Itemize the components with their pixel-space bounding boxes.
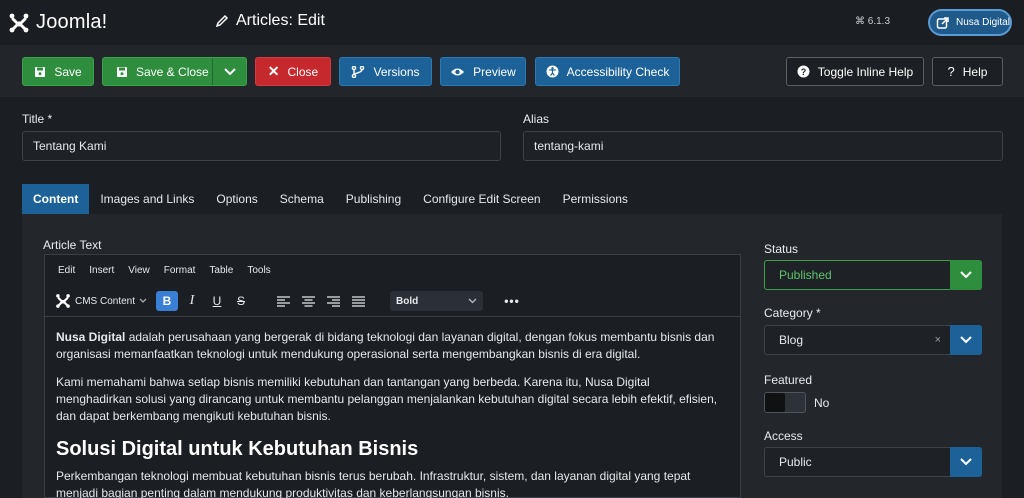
more-options-icon[interactable]: ••• xyxy=(502,291,522,311)
tab-images-and-links[interactable]: Images and Links xyxy=(89,184,205,214)
status-select[interactable]: Published xyxy=(764,260,982,290)
close-button[interactable]: ✕ Close xyxy=(255,57,331,86)
chevron-down-icon xyxy=(468,298,477,304)
action-toolbar: Save Save & Close ✕ Close Versions Previ… xyxy=(0,45,1024,97)
toggle-knob xyxy=(765,393,785,412)
category-label: Category * xyxy=(764,306,821,320)
status-dropdown-toggle[interactable] xyxy=(950,260,982,290)
chevron-down-icon xyxy=(960,271,972,279)
align-center-icon[interactable] xyxy=(300,293,316,309)
editor-format-toolbar: CMS Content B I U S Bold ••• xyxy=(45,285,740,317)
clear-icon[interactable]: × xyxy=(935,334,941,346)
underline-icon[interactable]: U xyxy=(207,291,227,311)
save-button[interactable]: Save xyxy=(22,57,94,86)
version-label: ⌘ 6.1.3 xyxy=(855,16,891,27)
menu-format[interactable]: Format xyxy=(164,265,196,276)
editor-content[interactable]: Nusa Digital adalah perusahaan yang berg… xyxy=(56,329,726,498)
featured-label: Featured xyxy=(764,373,813,387)
page-title: Articles: Edit xyxy=(215,12,325,30)
align-justify-icon[interactable] xyxy=(350,293,366,309)
accessibility-icon xyxy=(546,65,559,78)
save-icon xyxy=(35,66,46,77)
top-header: Joomla! Articles: Edit ⌘ 6.1.3 Nusa Digi… xyxy=(0,0,1024,45)
menu-edit[interactable]: Edit xyxy=(58,265,75,276)
chevron-down-icon xyxy=(223,67,236,75)
strikethrough-icon[interactable]: S xyxy=(231,291,251,311)
paragraph-1: Nusa Digital adalah perusahaan yang berg… xyxy=(56,330,715,361)
question-icon: ? xyxy=(947,64,955,79)
help-button[interactable]: ? Help xyxy=(932,57,1003,86)
command-icon: ⌘ xyxy=(855,16,865,27)
menu-table[interactable]: Table xyxy=(209,265,233,276)
tab-publishing[interactable]: Publishing xyxy=(335,184,412,214)
category-dropdown-toggle[interactable] xyxy=(950,325,982,355)
title-input[interactable]: Tentang Kami xyxy=(22,131,501,161)
title-label: Title * xyxy=(22,112,53,126)
tab-permissions[interactable]: Permissions xyxy=(552,184,639,214)
alias-input[interactable]: tentang-kami xyxy=(523,131,1003,161)
eye-icon xyxy=(451,68,465,75)
svg-text:?: ? xyxy=(801,67,807,77)
menu-tools[interactable]: Tools xyxy=(247,265,270,276)
joomla-icon xyxy=(56,294,70,308)
menu-insert[interactable]: Insert xyxy=(89,265,114,276)
close-icon: ✕ xyxy=(267,63,280,79)
access-dropdown-toggle[interactable] xyxy=(950,447,982,477)
bold-icon[interactable]: B xyxy=(156,291,178,311)
rich-text-editor: Edit Insert View Format Table Tools CMS … xyxy=(44,254,741,498)
external-link-icon xyxy=(936,16,949,29)
code-branch-icon xyxy=(352,65,365,78)
cms-content-button[interactable]: CMS Content xyxy=(55,292,147,310)
block-format-select[interactable]: Bold xyxy=(390,291,483,311)
joomla-logo[interactable]: Joomla! xyxy=(8,11,107,34)
category-select[interactable]: Blog × xyxy=(764,325,982,355)
access-select[interactable]: Public xyxy=(764,447,982,477)
site-link-button[interactable]: Nusa Digital xyxy=(928,9,1012,36)
italic-icon[interactable]: I xyxy=(182,291,202,311)
menu-view[interactable]: View xyxy=(128,265,150,276)
pencil-icon xyxy=(215,14,229,28)
tab-schema[interactable]: Schema xyxy=(269,184,335,214)
tab-configure-edit-screen[interactable]: Configure Edit Screen xyxy=(412,184,551,214)
joomla-logo-icon xyxy=(9,13,29,32)
question-circle-icon: ? xyxy=(797,65,810,78)
toggle-inline-help-button[interactable]: ? Toggle Inline Help xyxy=(786,57,924,86)
tab-options[interactable]: Options xyxy=(205,184,268,214)
access-label: Access xyxy=(764,429,803,443)
content-heading: Solusi Digital untuk Kebutuhan Bisnis xyxy=(56,438,419,460)
logo-text: Joomla! xyxy=(36,11,108,33)
article-text-label: Article Text xyxy=(43,238,102,252)
alias-label: Alias xyxy=(523,112,550,126)
page-title-text: Articles: Edit xyxy=(236,12,325,29)
featured-value: No xyxy=(814,396,830,410)
save-close-button[interactable]: Save & Close xyxy=(102,57,247,86)
versions-button[interactable]: Versions xyxy=(339,57,432,86)
featured-toggle[interactable] xyxy=(764,392,806,413)
status-label: Status xyxy=(764,242,799,256)
paragraph-3: Perkembangan teknologi membuat kebutuhan… xyxy=(56,469,691,498)
edit-tabs: Content Images and Links Options Schema … xyxy=(22,184,1002,214)
accessibility-check-button[interactable]: Accessibility Check xyxy=(535,57,680,86)
tab-content[interactable]: Content xyxy=(22,184,90,214)
paragraph-2: Kami memahami bahwa setiap bisnis memili… xyxy=(56,375,718,423)
preview-button[interactable]: Preview xyxy=(440,57,526,86)
save-dropdown-toggle[interactable] xyxy=(212,58,246,85)
site-name: Nusa Digital xyxy=(956,17,1010,28)
editor-menubar: Edit Insert View Format Table Tools xyxy=(45,255,740,285)
save-icon xyxy=(117,66,127,77)
chevron-down-icon xyxy=(960,336,972,344)
align-left-icon[interactable] xyxy=(275,293,291,309)
align-right-icon[interactable] xyxy=(325,293,341,309)
chevron-down-icon xyxy=(139,298,147,303)
chevron-down-icon xyxy=(960,458,972,466)
